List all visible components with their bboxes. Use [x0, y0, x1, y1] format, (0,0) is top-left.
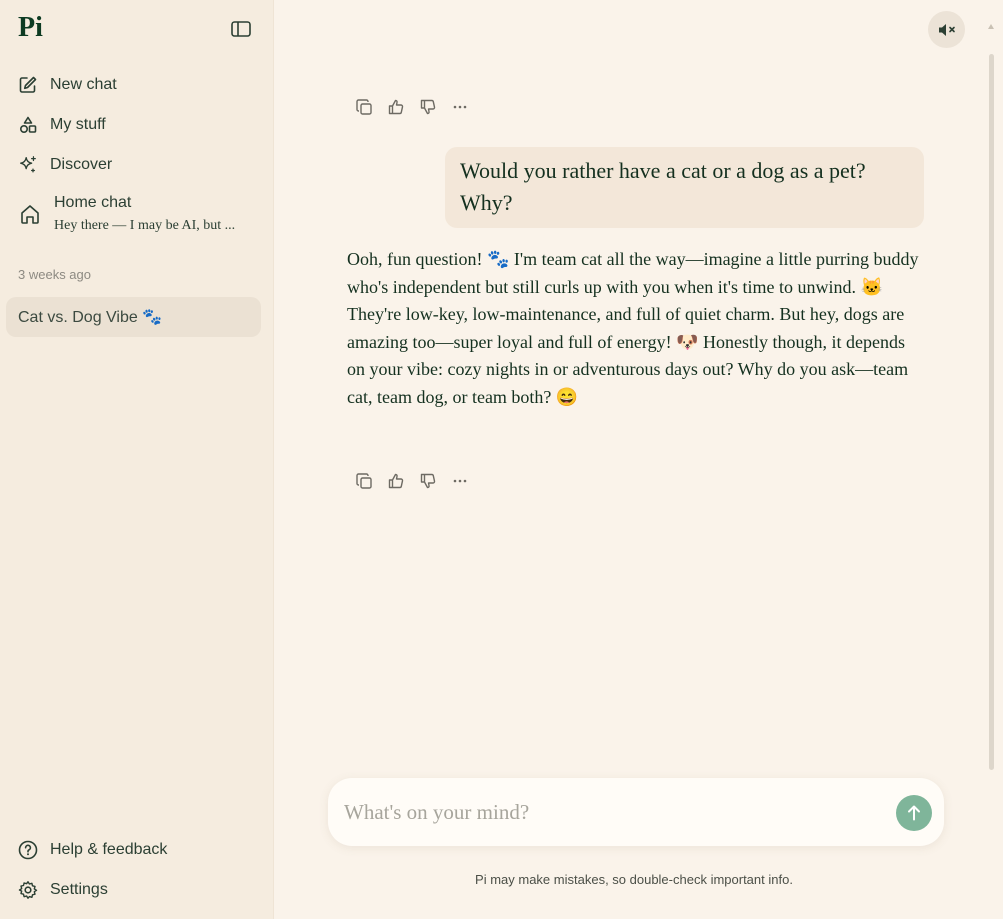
dislike-button[interactable]: [419, 472, 437, 490]
conversation-label: Cat vs. Dog Vibe 🐾: [18, 309, 163, 326]
copy-button[interactable]: [355, 98, 373, 116]
message-actions-top: [355, 97, 483, 117]
sidebar: Pi New chat My stuff Discover Home chat …: [0, 0, 274, 919]
arrow-up-icon: [908, 805, 920, 821]
more-dots-icon: [453, 105, 467, 109]
thumbs-down-icon: [420, 99, 436, 115]
disclaimer-text: Pi may make mistakes, so double-check im…: [475, 872, 793, 887]
settings-label: Settings: [50, 881, 108, 898]
gear-icon: [18, 880, 38, 900]
my-stuff-button[interactable]: My stuff: [18, 113, 106, 137]
conversation-item-cat-vs-dog[interactable]: Cat vs. Dog Vibe 🐾: [6, 297, 261, 337]
shapes-icon: [18, 115, 38, 135]
my-stuff-label: My stuff: [50, 116, 106, 133]
home-chat-preview: Hey there — I may be AI, but ...: [54, 218, 236, 233]
more-options-button[interactable]: [451, 472, 469, 490]
discover-label: Discover: [50, 156, 113, 173]
settings-button[interactable]: Settings: [18, 878, 108, 902]
composer: [328, 778, 944, 846]
home-chat-title: Home chat: [54, 194, 132, 211]
home-icon: [18, 202, 42, 226]
user-message: Would you rather have a cat or a dog as …: [445, 147, 924, 228]
copy-button[interactable]: [355, 472, 373, 490]
collapse-sidebar-button[interactable]: [229, 18, 253, 40]
send-button[interactable]: [896, 795, 932, 831]
help-feedback-label: Help & feedback: [50, 841, 168, 858]
sparkles-icon: [18, 155, 38, 175]
help-feedback-button[interactable]: Help & feedback: [18, 838, 167, 862]
edit-icon: [18, 75, 38, 95]
more-options-button[interactable]: [451, 98, 469, 116]
like-button[interactable]: [387, 98, 405, 116]
help-circle-icon: [18, 840, 38, 860]
copy-icon: [355, 98, 372, 115]
speaker-muted-icon: [938, 23, 955, 36]
more-dots-icon: [453, 479, 467, 483]
sidebar-toggle-icon: [231, 21, 251, 37]
like-button[interactable]: [387, 472, 405, 490]
mute-button[interactable]: [928, 11, 965, 48]
new-chat-button[interactable]: New chat: [18, 73, 117, 97]
history-section-label: 3 weeks ago: [18, 267, 91, 282]
message-input[interactable]: [344, 796, 884, 828]
discover-button[interactable]: Discover: [18, 153, 112, 177]
copy-icon: [355, 472, 372, 489]
scroll-up-arrow[interactable]: [988, 24, 994, 29]
ai-message: Ooh, fun question! 🐾 I'm team cat all th…: [347, 249, 919, 407]
chat-main: Would you rather have a cat or a dog as …: [275, 0, 1003, 919]
dislike-button[interactable]: [419, 98, 437, 116]
thumbs-up-icon: [388, 99, 404, 115]
chat-scrollbar[interactable]: [988, 24, 994, 776]
home-chat-item[interactable]: Home chat Hey there — I may be AI, but .…: [18, 190, 263, 238]
thumbs-down-icon: [420, 473, 436, 489]
message-actions-bottom: [355, 471, 483, 491]
scroll-thumb[interactable]: [989, 54, 994, 770]
pi-logo[interactable]: Pi: [18, 12, 43, 44]
new-chat-label: New chat: [50, 76, 117, 93]
thumbs-up-icon: [388, 473, 404, 489]
